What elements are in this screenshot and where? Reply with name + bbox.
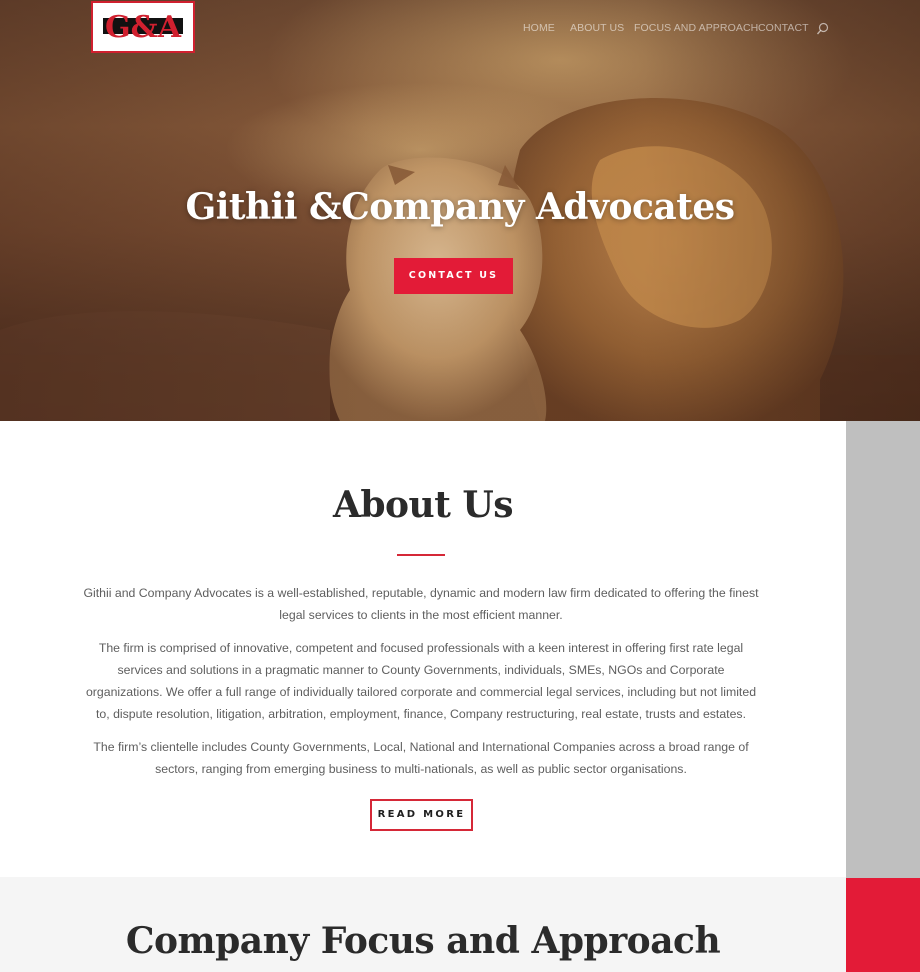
sidebar-red-panel: [846, 878, 920, 972]
nav-contact[interactable]: CONTACT: [758, 22, 809, 34]
svg-text:G&A: G&A: [105, 10, 182, 45]
nav-home[interactable]: HOME: [523, 22, 555, 34]
hero-title: Githii &Company Advocates: [185, 186, 735, 228]
focus-title: Company Focus and Approach: [125, 920, 721, 962]
nav-focus-and-approach[interactable]: FOCUS AND APPROACH: [634, 22, 758, 34]
sidebar-gray-panel: [846, 421, 920, 878]
about-paragraph-3: The firm’s clientelle includes County Go…: [93, 740, 749, 776]
about-paragraph-1: Githii and Company Advocates is a well-e…: [83, 586, 759, 622]
contact-us-button[interactable]: CONTACT US: [394, 258, 513, 294]
read-more-button[interactable]: READ MORE: [370, 799, 473, 831]
logo-image: G&A: [103, 10, 183, 45]
about-paragraph-2: The firm is comprised of innovative, com…: [85, 641, 757, 721]
hero-section: G&A HOME ABOUT US FOCUS AND APPROACH CON…: [0, 0, 920, 421]
search-icon[interactable]: [816, 21, 830, 35]
about-title: About Us: [332, 484, 514, 526]
nav-about-us[interactable]: ABOUT US: [570, 22, 624, 34]
company-logo[interactable]: G&A: [91, 1, 195, 53]
section-divider: [397, 554, 445, 556]
